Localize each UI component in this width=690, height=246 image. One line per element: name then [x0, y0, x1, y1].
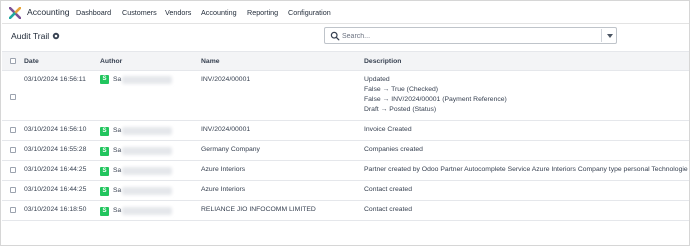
author-redacted: [122, 147, 172, 155]
table-row[interactable]: 03/10/2024 16:56:10 S Sa INV/2024/00001 …: [2, 121, 689, 141]
row-description: Contact created: [364, 186, 412, 193]
row-checkbox[interactable]: [10, 147, 16, 153]
table-row[interactable]: 03/10/2024 16:44:25 S Sa Azure Interiors…: [2, 181, 689, 201]
menu-reporting[interactable]: Reporting: [247, 8, 278, 17]
table-row[interactable]: 03/10/2024 16:18:50 S Sa RELIANCE JIO IN…: [2, 201, 689, 221]
row-description: Contact created: [364, 206, 412, 213]
row-date: 03/10/2024 16:44:25: [24, 166, 87, 173]
table-header: Date Author Name Description: [2, 51, 689, 71]
author-redacted: [122, 167, 172, 175]
description-line: Draft → Posted (Status): [364, 106, 437, 113]
menu-vendors[interactable]: Vendors: [165, 8, 191, 17]
row-description: Partner created by Odoo Partner Autocomp…: [364, 166, 688, 173]
avatar: S: [100, 187, 109, 196]
row-name: INV/2024/00001: [201, 76, 251, 83]
select-all-checkbox[interactable]: [10, 58, 16, 64]
menu-configuration[interactable]: Configuration: [288, 8, 331, 17]
row-date: 03/10/2024 16:55:28: [24, 146, 87, 153]
search-bar[interactable]: [324, 27, 617, 44]
author-redacted: [122, 207, 172, 215]
author-name: Sa: [113, 127, 122, 134]
author-name: Sa: [113, 187, 122, 194]
row-checkbox[interactable]: [10, 167, 16, 173]
row-checkbox[interactable]: [10, 207, 16, 213]
top-navbar: Accounting Dashboard Customers Vendors A…: [2, 2, 689, 24]
row-description: Updated False → True (Checked) False → I…: [364, 75, 507, 115]
row-checkbox[interactable]: [10, 94, 16, 100]
description-line: False → INV/2024/00001 (Payment Referenc…: [364, 96, 507, 103]
column-name[interactable]: Name: [201, 58, 220, 65]
row-description: Invoice Created: [364, 126, 412, 133]
menu-dashboard[interactable]: Dashboard: [76, 8, 111, 17]
avatar: S: [100, 127, 109, 136]
author-redacted: [122, 76, 172, 84]
avatar: S: [100, 147, 109, 156]
table-row[interactable]: 03/10/2024 16:55:28 S Sa Germany Company…: [2, 141, 689, 161]
avatar: S: [100, 167, 109, 176]
search-icon: [330, 31, 340, 41]
caret-down-icon[interactable]: [607, 34, 613, 38]
row-date: 03/10/2024 16:56:10: [24, 126, 87, 133]
row-name: Azure Interiors: [201, 166, 246, 173]
author-redacted: [122, 187, 172, 195]
avatar: S: [100, 75, 109, 84]
author-name: Sa: [113, 76, 122, 83]
row-name: Germany Company: [201, 146, 260, 153]
author-redacted: [122, 127, 172, 135]
author-name: Sa: [113, 147, 122, 154]
app-name[interactable]: Accounting: [27, 7, 70, 17]
avatar: S: [100, 207, 109, 216]
description-line: Updated: [364, 76, 390, 83]
row-date: 03/10/2024 16:44:25: [24, 186, 87, 193]
description-line: False → True (Checked): [364, 86, 439, 93]
row-checkbox[interactable]: [10, 187, 16, 193]
search-divider: [601, 29, 602, 42]
page-title-text: Audit Trail: [11, 31, 50, 41]
row-name: INV/2024/00001: [201, 126, 251, 133]
row-name: Azure Interiors: [201, 186, 246, 193]
gear-icon[interactable]: [52, 32, 60, 40]
menu-customers[interactable]: Customers: [122, 8, 157, 17]
accounting-logo-icon[interactable]: [9, 7, 21, 19]
author-name: Sa: [113, 207, 122, 214]
row-checkbox[interactable]: [10, 127, 16, 133]
author-name: Sa: [113, 167, 122, 174]
column-author[interactable]: Author: [100, 58, 122, 65]
app-window: Accounting Dashboard Customers Vendors A…: [0, 0, 690, 246]
row-description: Companies created: [364, 146, 423, 153]
table-row[interactable]: 03/10/2024 16:56:11 S Sa INV/2024/00001 …: [2, 71, 689, 121]
row-date: 03/10/2024 16:18:50: [24, 206, 87, 213]
search-input[interactable]: [342, 30, 592, 42]
table-row[interactable]: 03/10/2024 16:44:25 S Sa Azure Interiors…: [2, 161, 689, 181]
column-date[interactable]: Date: [24, 58, 39, 65]
column-description[interactable]: Description: [364, 58, 401, 65]
row-date: 03/10/2024 16:56:11: [24, 76, 86, 83]
page-title: Audit Trail: [11, 31, 60, 41]
row-name: RELIANCE JIO INFOCOMM LIMITED: [201, 206, 316, 213]
menu-accounting[interactable]: Accounting: [201, 8, 237, 17]
